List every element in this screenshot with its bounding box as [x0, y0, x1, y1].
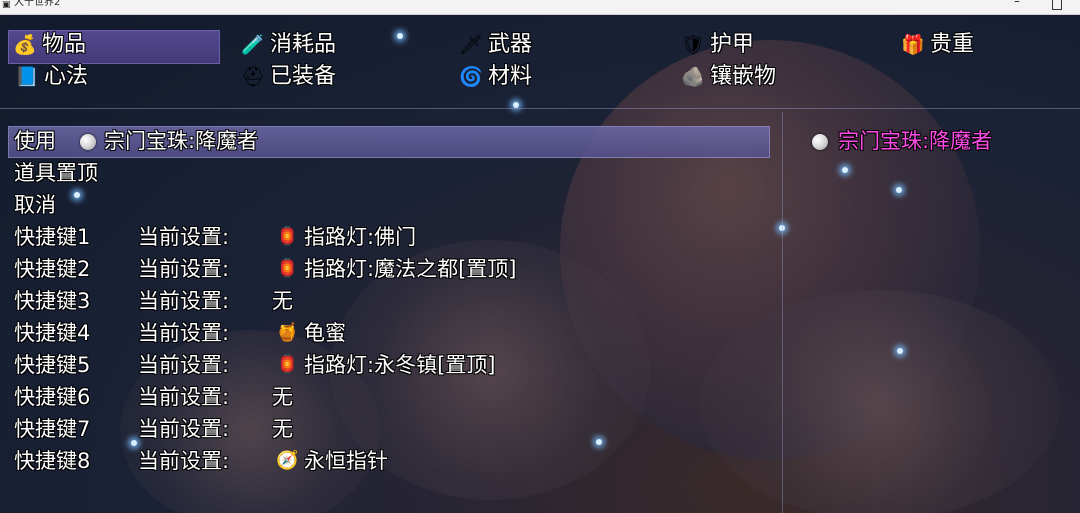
category-label: 护甲 [710, 32, 755, 57]
current-setting-label: 当前设置: [138, 289, 230, 313]
current-setting-label: 当前设置: [138, 257, 230, 281]
panel-divider [782, 112, 783, 513]
category-label: 武器 [488, 32, 533, 57]
lantern-icon: 🏮 [276, 226, 299, 247]
star [896, 187, 902, 193]
category-label: 材料 [488, 64, 533, 89]
shortcut-value: 无 [272, 417, 293, 441]
star [131, 440, 137, 446]
current-setting-label: 当前设置: [138, 321, 230, 345]
category-label: 贵重 [930, 32, 975, 57]
window-title: 大千世界2 [14, 0, 61, 8]
shortcut-key: 快捷键4 [14, 321, 91, 345]
pearl-icon [812, 134, 828, 150]
pearl-icon [80, 134, 96, 150]
current-setting-label: 当前设置: [138, 353, 230, 377]
lantern-icon: 🏮 [276, 354, 299, 375]
coil-icon: 🌀 [459, 66, 483, 88]
game-window: ▣ 大千世界2 – 💰 物品 🧪 消耗品 🗡 武器 🛡 护甲 🎁 贵重 📘 心法 [0, 0, 1080, 513]
helmet-icon: ⛑ [240, 66, 266, 88]
shortcut-value: 无 [272, 289, 293, 313]
detail-item-name: 宗门宝珠:降魔者 [838, 129, 993, 153]
shortcut-value: 无 [272, 385, 293, 409]
star [74, 192, 80, 198]
category-label: 心法 [44, 64, 89, 89]
category-label: 已装备 [270, 64, 337, 89]
shortcut-key: 快捷键3 [14, 289, 91, 313]
lantern-icon: 🏮 [276, 258, 299, 279]
category-label: 物品 [42, 32, 87, 57]
shortcut-value: 指路灯:佛门 [304, 225, 417, 249]
shortcut-key: 快捷键2 [14, 257, 91, 281]
selected-highlight [8, 30, 220, 64]
shortcut-key: 快捷键8 [14, 449, 91, 473]
ore-icon: 🪨 [681, 66, 705, 88]
cancel-command[interactable]: 取消 [14, 191, 56, 219]
selected-item-name: 宗门宝珠:降魔者 [104, 129, 259, 153]
sword-icon: 🗡 [458, 34, 484, 56]
category-label: 镶嵌物 [710, 64, 777, 89]
shortcut-value: 永恒指针 [304, 449, 388, 473]
shortcut-key: 快捷键1 [14, 225, 91, 249]
window-titlebar: ▣ 大千世界2 – [0, 0, 1080, 15]
category-label: 消耗品 [270, 32, 337, 57]
treasure-chest-icon: 🎁 [901, 34, 925, 56]
shortcut-key: 快捷键5 [14, 353, 91, 377]
category-divider [0, 108, 1080, 109]
star [842, 167, 848, 173]
star [596, 439, 602, 445]
star [397, 33, 403, 39]
app-icon: ▣ [2, 0, 11, 10]
pin-item-command[interactable]: 道具置顶 [14, 159, 98, 187]
current-setting-label: 当前设置: [138, 449, 230, 473]
minimize-button[interactable]: – [1014, 0, 1020, 7]
cloud-background [700, 290, 1060, 513]
money-bag-icon: 💰 [13, 34, 37, 56]
current-setting-label: 当前设置: [138, 385, 230, 409]
shortcut-value: 指路灯:魔法之都[置顶] [304, 257, 517, 281]
shortcut-value: 指路灯:永冬镇[置顶] [304, 353, 496, 377]
use-command[interactable]: 使用 [14, 127, 56, 155]
maximize-button[interactable] [1052, 0, 1062, 10]
shortcut-key: 快捷键6 [14, 385, 91, 409]
current-setting-label: 当前设置: [138, 417, 230, 441]
honey-pot-icon: 🍯 [276, 322, 299, 343]
book-icon: 📘 [15, 66, 39, 88]
shortcut-key: 快捷键7 [14, 417, 91, 441]
use-label: 使用 [14, 129, 56, 153]
compass-icon: 🧭 [276, 450, 299, 471]
armor-icon: 🛡 [680, 34, 706, 56]
star [897, 348, 903, 354]
shortcut-value: 龟蜜 [304, 321, 346, 345]
current-setting-label: 当前设置: [138, 225, 230, 249]
potion-icon: 🧪 [241, 34, 265, 56]
